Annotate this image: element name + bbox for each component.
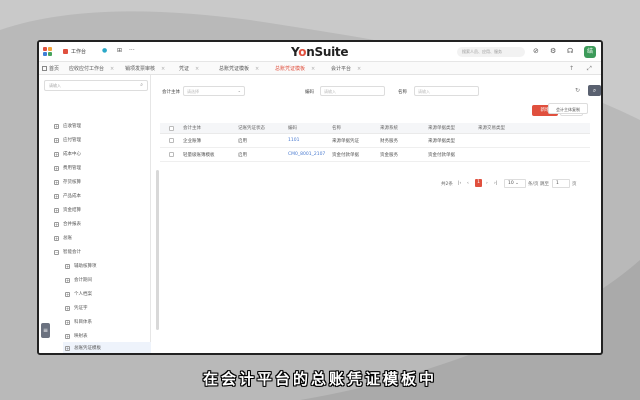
sidebar-item-smart-accounting[interactable]: − 智能会计: [54, 249, 81, 255]
sidebar-item-gl-voucher-template[interactable]: + 总账凭证模板: [63, 342, 151, 353]
video-subtitle: 在会计平台的总账凭证模板中: [202, 370, 437, 388]
per-page-label: 条/页: [528, 182, 539, 187]
next-page-icon[interactable]: ›: [486, 181, 488, 186]
goto-label: 跳至: [540, 182, 549, 187]
sidebar-item-aux[interactable]: + 辅助核算项: [65, 263, 97, 269]
sidebar-item-mapping[interactable]: + 映射表: [65, 333, 88, 339]
prev-page-icon[interactable]: ‹: [467, 181, 469, 186]
sidebar-item-period[interactable]: + 会计期间: [65, 277, 92, 283]
first-page-icon[interactable]: |‹: [458, 181, 461, 186]
sidebar-item-gl[interactable]: + 总账: [54, 235, 72, 241]
total-count: 共2条: [441, 182, 453, 187]
current-page[interactable]: 1: [475, 179, 482, 187]
page-size-select[interactable]: 10 ⌄: [504, 179, 526, 188]
goto-page-input[interactable]: 1: [552, 179, 570, 188]
page-suffix: 页: [572, 182, 577, 187]
collapse-handle-icon[interactable]: ≡: [41, 323, 50, 338]
sidebar-item-subject-system[interactable]: + 科目体系: [65, 319, 92, 325]
sidebar-item-personal[interactable]: + 个人档案: [65, 291, 92, 297]
pagination: 共2条 |‹ ‹ 1 › ›| 10 ⌄ 条/页 跳至 1 页: [0, 35, 640, 235]
last-page-icon[interactable]: ›|: [494, 181, 497, 186]
sidebar-item-voucher-word[interactable]: + 凭证字: [65, 305, 88, 311]
